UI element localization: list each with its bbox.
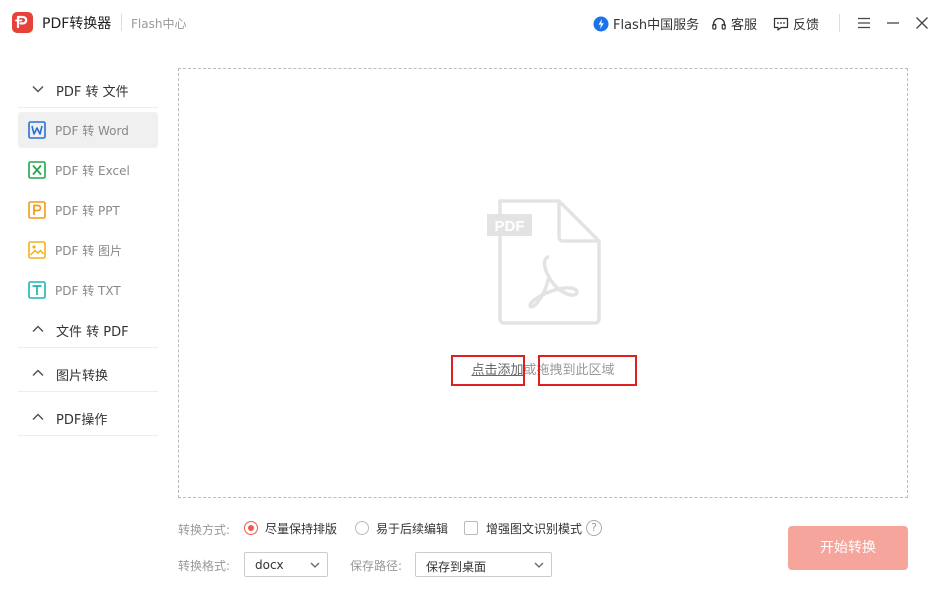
chevron-down-icon: [534, 562, 544, 568]
sidebar-item-label: PDF 转 Word: [55, 124, 129, 138]
or-text: 或: [523, 363, 537, 378]
image-icon: [28, 241, 46, 259]
help-icon[interactable]: ?: [586, 520, 602, 536]
flash-icon: [593, 16, 609, 31]
format-value: docx: [255, 558, 284, 572]
sidebar-group-label: 图片转换: [56, 369, 109, 384]
format-label: 转换格式:: [178, 559, 231, 573]
sidebar-group-label: 文件 转 PDF: [56, 325, 129, 340]
flash-service-label: Flash中国服务: [613, 18, 700, 33]
pdf-badge-text: PDF: [495, 218, 525, 235]
sidebar-item-label: PDF 转 图片: [55, 244, 123, 258]
chevron-up-icon: [32, 325, 44, 333]
path-label: 保存路径:: [350, 559, 403, 573]
app-window: PDF转换器 Flash中心 Flash中国服务 客服 反馈 PDF 转 文件 …: [0, 0, 946, 594]
sidebar-group-label: PDF操作: [56, 413, 108, 428]
word-icon: [28, 121, 46, 139]
sidebar-item-label: PDF 转 TXT: [55, 284, 121, 298]
pdf-file-icon: PDF: [487, 199, 601, 325]
sidebar-group-label: PDF 转 文件: [56, 85, 129, 100]
sidebar-item-pdf-to-image[interactable]: PDF 转 图片: [18, 232, 158, 268]
mode-label: 转换方式:: [178, 523, 231, 537]
flash-service-button[interactable]: Flash中国服务: [593, 14, 699, 33]
ocr-checkbox[interactable]: [464, 521, 478, 535]
radio-easy-edit[interactable]: [355, 521, 369, 535]
option-easy-edit-label[interactable]: 易于后续编辑: [376, 520, 448, 537]
radio-keep-layout[interactable]: [244, 521, 258, 535]
ppt-icon: [28, 201, 46, 219]
sidebar-item-label: PDF 转 PPT: [55, 204, 120, 218]
support-button[interactable]: 客服: [711, 14, 757, 33]
sidebar-group-pdf-operations[interactable]: PDF操作: [18, 398, 158, 436]
save-path-value: 保存到桌面: [426, 560, 487, 574]
sidebar-item-pdf-to-word[interactable]: PDF 转 Word: [18, 112, 158, 148]
excel-icon: [28, 161, 46, 179]
title-divider: [121, 14, 122, 31]
chevron-down-icon: [32, 85, 44, 93]
sidebar-group-pdf-to-file[interactable]: PDF 转 文件: [18, 70, 158, 108]
save-path-select[interactable]: 保存到桌面: [415, 552, 552, 577]
ocr-label[interactable]: 增强图文识别模式: [486, 520, 582, 537]
sidebar-group-file-to-pdf[interactable]: 文件 转 PDF: [18, 310, 158, 348]
feedback-button[interactable]: 反馈: [773, 14, 819, 33]
sidebar-item-pdf-to-excel[interactable]: PDF 转 Excel: [18, 152, 158, 188]
highlight-box-add: [451, 355, 525, 386]
chevron-up-icon: [32, 413, 44, 421]
headset-icon: [712, 17, 726, 30]
title-bar: PDF转换器 Flash中心 Flash中国服务 客服 反馈: [0, 0, 946, 46]
menu-icon[interactable]: [855, 14, 873, 32]
sidebar: PDF 转 文件 PDF 转 Word PDF 转 Excel PDF 转 PP…: [18, 70, 158, 436]
sidebar-item-pdf-to-txt[interactable]: PDF 转 TXT: [18, 272, 158, 308]
chevron-down-icon: [310, 562, 320, 568]
minimize-icon[interactable]: [884, 14, 902, 32]
support-label: 客服: [731, 18, 758, 33]
window-controls-divider: [839, 14, 840, 32]
close-icon[interactable]: [913, 14, 931, 32]
option-keep-layout-label[interactable]: 尽量保持排版: [265, 520, 337, 537]
txt-icon: [28, 281, 46, 299]
feedback-label: 反馈: [793, 18, 820, 33]
app-logo-icon: [12, 12, 33, 33]
chevron-up-icon: [32, 369, 44, 377]
highlight-box-drag: [538, 355, 637, 386]
feedback-icon: [773, 17, 789, 31]
app-title: PDF转换器: [42, 16, 112, 32]
format-select[interactable]: docx: [244, 552, 328, 577]
flash-center-link[interactable]: Flash中心: [131, 15, 186, 32]
start-convert-button[interactable]: 开始转换: [788, 526, 908, 570]
sidebar-item-pdf-to-ppt[interactable]: PDF 转 PPT: [18, 192, 158, 228]
sidebar-group-image-convert[interactable]: 图片转换: [18, 354, 158, 392]
sidebar-item-label: PDF 转 Excel: [55, 164, 130, 178]
file-drop-zone[interactable]: PDF 点击添加或拖拽到此区域: [178, 68, 908, 498]
